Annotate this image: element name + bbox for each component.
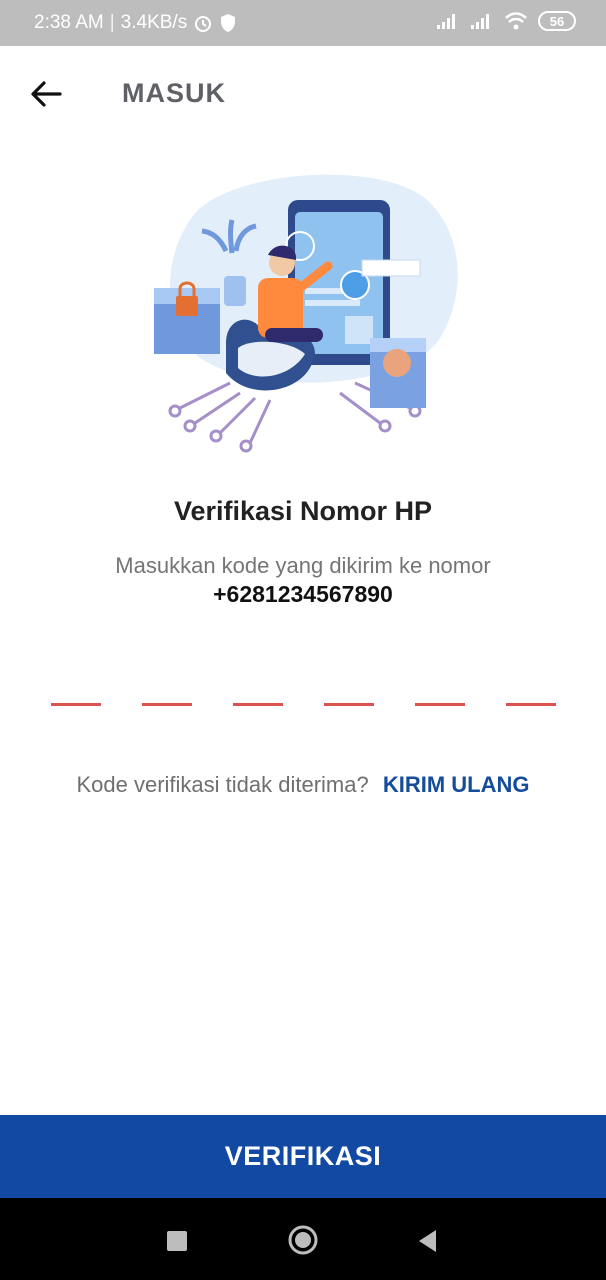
recent-apps-icon[interactable] xyxy=(167,1231,187,1251)
otp-digit-1[interactable] xyxy=(51,703,101,706)
alarm-icon xyxy=(195,16,212,32)
signal-icon-2 xyxy=(471,14,489,29)
resend-link[interactable]: KIRIM ULANG xyxy=(383,772,530,797)
resend-row: Kode verifikasi tidak diterima? KIRIM UL… xyxy=(0,772,606,798)
wifi-icon xyxy=(505,12,527,30)
verify-button[interactable]: VERIFIKASI xyxy=(0,1115,606,1198)
nav-back-icon[interactable] xyxy=(416,1228,438,1254)
otp-digit-2[interactable] xyxy=(142,703,192,706)
page-title: MASUK xyxy=(122,78,226,108)
status-bar: 2:38 AM | 3.4KB/s 56 xyxy=(0,0,606,46)
shield-icon xyxy=(221,14,236,32)
phone-number: +6281234567890 xyxy=(213,581,393,607)
verification-heading: Verifikasi Nomor HP xyxy=(173,496,433,526)
verification-subtitle: Masukkan kode yang dikirim ke nomor xyxy=(115,553,491,578)
app-bar: MASUK xyxy=(0,46,606,142)
status-time: 2:38 AM xyxy=(34,12,104,33)
signal-icon-1 xyxy=(437,14,455,29)
otp-digit-3[interactable] xyxy=(233,703,283,706)
otp-digit-6[interactable] xyxy=(506,703,556,706)
otp-digit-4[interactable] xyxy=(324,703,374,706)
otp-digit-5[interactable] xyxy=(415,703,465,706)
status-separator-icon: | xyxy=(109,12,115,33)
otp-input[interactable] xyxy=(51,703,557,707)
battery-icon: 56 xyxy=(538,11,576,31)
home-icon[interactable] xyxy=(288,1225,318,1255)
resend-prompt: Kode verifikasi tidak diterima? xyxy=(76,772,369,797)
security-illustration xyxy=(154,174,458,453)
status-speed: 3.4KB/s xyxy=(120,12,188,33)
back-arrow-icon[interactable] xyxy=(26,74,66,114)
